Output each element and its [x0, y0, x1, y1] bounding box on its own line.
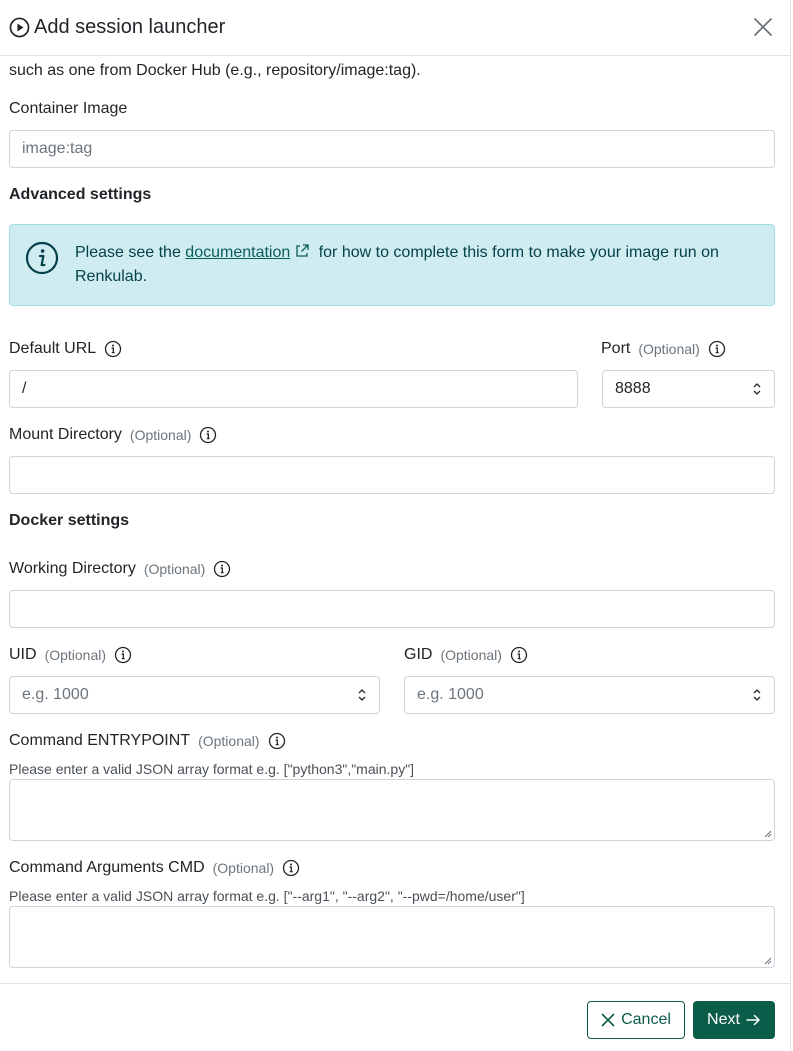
number-spinner-icon[interactable]: [357, 687, 367, 703]
entrypoint-textarea[interactable]: [9, 779, 775, 841]
uid-label: UID (Optional): [9, 646, 132, 664]
uid-placeholder: e.g. 1000: [22, 686, 89, 703]
info-circle-icon: [25, 241, 59, 275]
alert-text: Please see the documentation for how to …: [75, 241, 765, 289]
port-label: Port (Optional): [601, 340, 726, 358]
port-optional: (Optional): [638, 341, 700, 357]
info-icon[interactable]: [114, 646, 132, 664]
external-link-icon: [296, 244, 309, 257]
info-icon[interactable]: [282, 859, 300, 877]
entrypoint-label-text: Command ENTRYPOINT: [9, 732, 191, 749]
x-icon: [601, 1013, 615, 1027]
mount-directory-input[interactable]: [9, 456, 775, 494]
documentation-alert: Please see the documentation for how to …: [9, 224, 775, 306]
advanced-settings-title: Advanced settings: [9, 186, 152, 203]
cmd-label: Command Arguments CMD (Optional): [9, 859, 300, 877]
default-url-label-text: Default URL: [9, 340, 97, 357]
cmd-help-text: Please enter a valid JSON array format e…: [9, 888, 525, 904]
uid-input[interactable]: e.g. 1000: [9, 676, 380, 714]
docker-settings-title: Docker settings: [9, 512, 130, 529]
default-url-value: /: [22, 380, 27, 397]
close-button[interactable]: [749, 13, 777, 41]
next-button[interactable]: Next: [693, 1001, 775, 1039]
add-session-launcher-modal: Add session launcher such as one from Do…: [0, 0, 791, 1051]
number-spinner-icon[interactable]: [752, 381, 762, 397]
modal-title: Add session launcher: [9, 16, 225, 39]
cmd-textarea[interactable]: [9, 906, 775, 968]
arrow-right-icon: [746, 1014, 760, 1026]
play-circle-icon: [9, 17, 30, 38]
close-icon: [754, 18, 772, 36]
info-icon[interactable]: [268, 732, 286, 750]
container-image-input[interactable]: image:tag: [9, 130, 775, 168]
modal-title-text: Add session launcher: [34, 16, 226, 38]
gid-label: GID (Optional): [404, 646, 528, 664]
port-label-text: Port: [601, 340, 631, 357]
number-spinner-icon[interactable]: [752, 687, 762, 703]
entrypoint-help-text: Please enter a valid JSON array format e…: [9, 761, 415, 777]
modal-header: Add session launcher: [0, 0, 791, 56]
intro-text: such as one from Docker Hub (e.g., repos…: [9, 62, 421, 79]
documentation-link[interactable]: documentation: [185, 244, 290, 261]
modal-footer: Cancel Next: [0, 983, 791, 1051]
gid-optional: (Optional): [440, 647, 502, 663]
resize-handle-icon[interactable]: [763, 829, 772, 838]
next-button-label: Next: [707, 1011, 740, 1028]
cancel-button-label: Cancel: [621, 1011, 671, 1028]
container-image-label-text: Container Image: [9, 100, 128, 117]
default-url-label: Default URL: [9, 340, 122, 358]
uid-label-text: UID: [9, 646, 37, 663]
container-image-label: Container Image: [9, 100, 127, 118]
resize-handle-icon[interactable]: [763, 956, 772, 965]
alert-text-before: Please see the: [75, 244, 186, 261]
working-directory-optional: (Optional): [143, 561, 206, 577]
mount-directory-label: Mount Directory (Optional): [9, 426, 217, 444]
port-input[interactable]: 8888: [602, 370, 775, 408]
uid-optional: (Optional): [44, 647, 107, 663]
info-icon[interactable]: [213, 560, 231, 578]
mount-directory-optional: (Optional): [129, 427, 192, 443]
working-directory-label: Working Directory (Optional): [9, 560, 231, 578]
info-icon[interactable]: [104, 340, 122, 358]
gid-label-text: GID: [404, 646, 433, 663]
info-icon[interactable]: [708, 340, 726, 358]
info-icon[interactable]: [510, 646, 528, 664]
cmd-label-text: Command Arguments CMD: [9, 859, 205, 876]
default-url-input[interactable]: /: [9, 370, 578, 408]
port-value: 8888: [615, 380, 651, 397]
gid-placeholder: e.g. 1000: [417, 686, 484, 703]
working-directory-label-text: Working Directory: [9, 560, 136, 577]
gid-input[interactable]: e.g. 1000: [404, 676, 775, 714]
cancel-button[interactable]: Cancel: [587, 1001, 685, 1039]
container-image-placeholder: image:tag: [22, 140, 93, 157]
entrypoint-optional: (Optional): [198, 733, 260, 749]
mount-directory-label-text: Mount Directory: [9, 426, 122, 443]
cmd-optional: (Optional): [212, 860, 275, 876]
working-directory-input[interactable]: [9, 590, 775, 628]
info-icon[interactable]: [199, 426, 217, 444]
entrypoint-label: Command ENTRYPOINT (Optional): [9, 732, 286, 750]
